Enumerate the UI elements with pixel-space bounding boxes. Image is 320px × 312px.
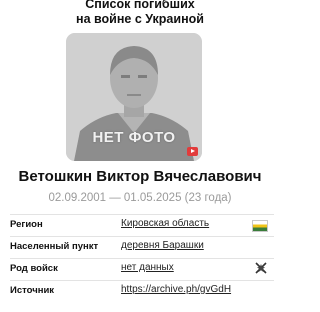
settlement-label: Населенный пункт — [10, 241, 99, 252]
branch-label: Род войск — [10, 263, 58, 274]
settlement-link[interactable]: деревня Барашки — [121, 240, 204, 251]
region-flag-icon — [252, 220, 268, 232]
military-emblem-icon — [255, 262, 267, 274]
details-table: Регион Кировская область Населенный пунк… — [10, 214, 274, 302]
site-title[interactable]: Список погибших на войне с Украиной — [0, 0, 280, 27]
details-row-settlement: Населенный пункт деревня Барашки — [10, 236, 274, 258]
details-row-source: Источник https://archive.ph/gvGdH — [10, 280, 274, 302]
person-photo[interactable]: НЕТ ФОТО — [66, 33, 202, 161]
site-title-line-2: на войне с Украиной — [76, 12, 204, 26]
details-row-branch: Род войск нет данных — [10, 258, 274, 280]
memorial-card: Список погибших на войне с Украиной НЕТ … — [0, 0, 280, 312]
region-label: Регион — [10, 219, 43, 230]
region-link[interactable]: Кировская область — [121, 218, 209, 229]
details-row-region: Регион Кировская область — [10, 214, 274, 236]
source-label: Источник — [10, 285, 55, 296]
source-link[interactable]: https://archive.ph/gvGdH — [121, 284, 231, 295]
video-badge-icon — [187, 147, 198, 156]
no-photo-label: НЕТ ФОТО — [92, 129, 176, 146]
life-dates: 02.09.2001 — 01.05.2025 (23 года) — [48, 192, 232, 204]
branch-link[interactable]: нет данных — [121, 262, 174, 273]
person-name: Ветошкин Виктор Вячеславович — [18, 168, 262, 185]
site-title-line-1: Список погибших — [85, 0, 195, 11]
